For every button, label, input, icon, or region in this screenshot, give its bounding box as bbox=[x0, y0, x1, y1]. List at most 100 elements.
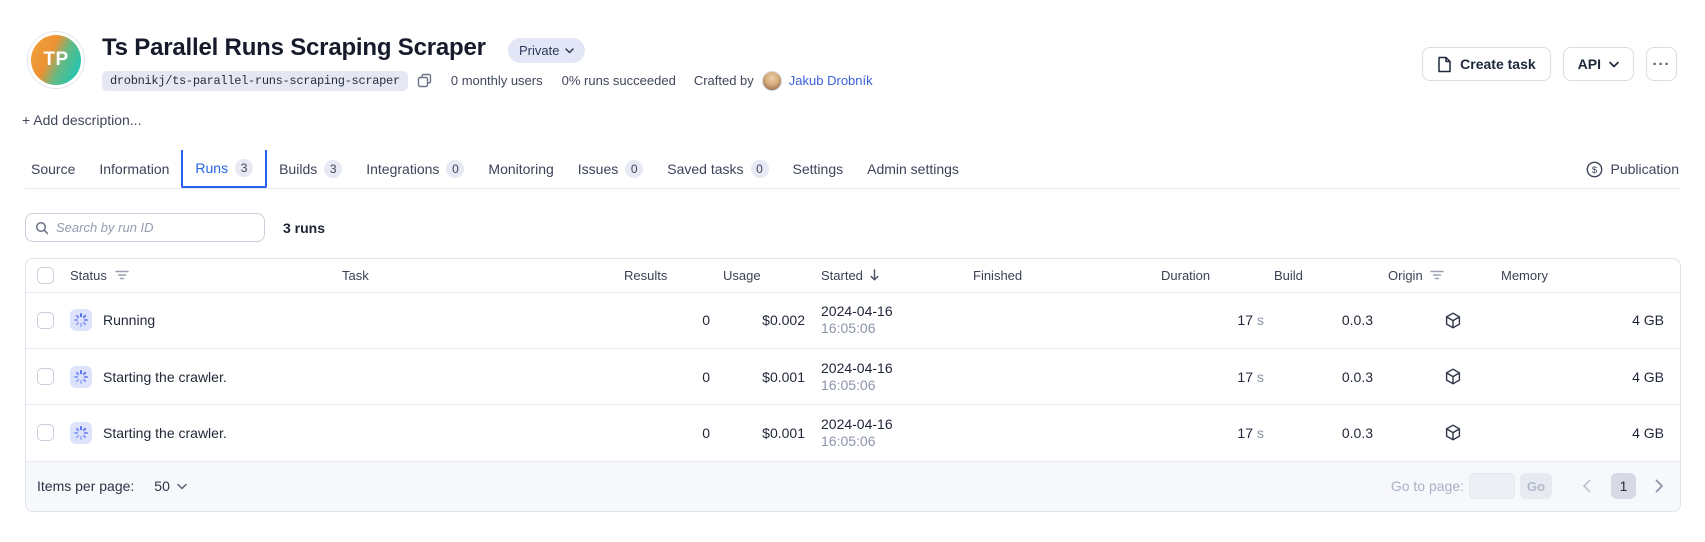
run-build: 0.0.3 bbox=[1342, 425, 1373, 441]
actor-runs-page: TP Ts Parallel Runs Scraping Scraper Pri… bbox=[0, 0, 1705, 542]
filter-icon[interactable] bbox=[115, 270, 129, 280]
row-checkbox[interactable] bbox=[37, 424, 54, 441]
monthly-users: 0 monthly users bbox=[451, 73, 543, 88]
tab-runs-badge: 3 bbox=[235, 159, 253, 177]
run-started-time: 16:05:06 bbox=[821, 433, 893, 450]
tab-publication[interactable]: $ Publication bbox=[1586, 150, 1682, 188]
crafted-by-label: Crafted by bbox=[694, 73, 754, 88]
search-input[interactable] bbox=[56, 220, 255, 235]
tab-saved-tasks[interactable]: Saved tasks 0 bbox=[655, 150, 780, 188]
author-avatar[interactable] bbox=[762, 71, 782, 91]
publication-label: Publication bbox=[1611, 161, 1680, 177]
success-rate: 0% runs succeeded bbox=[562, 73, 676, 88]
cube-icon bbox=[1445, 424, 1461, 441]
api-button-label: API bbox=[1578, 56, 1601, 72]
run-duration-value: 17 bbox=[1237, 369, 1253, 385]
run-duration-unit: s bbox=[1257, 425, 1264, 441]
chevron-down-icon bbox=[177, 483, 187, 490]
page-title: Ts Parallel Runs Scraping Scraper bbox=[102, 34, 486, 62]
run-started-time: 16:05:06 bbox=[821, 377, 893, 394]
tab-runs[interactable]: Runs 3 bbox=[181, 150, 267, 188]
run-search-box bbox=[25, 213, 265, 242]
row-checkbox[interactable] bbox=[37, 368, 54, 385]
dollar-circle-icon: $ bbox=[1586, 161, 1603, 178]
items-per-page-label: Items per page: bbox=[37, 478, 134, 494]
chevron-down-icon bbox=[565, 48, 574, 54]
tab-builds-badge: 3 bbox=[324, 160, 342, 178]
run-build: 0.0.3 bbox=[1342, 369, 1373, 385]
spinner-icon bbox=[70, 366, 92, 388]
col-started[interactable]: Started bbox=[821, 268, 863, 283]
tab-issues-badge: 0 bbox=[625, 160, 643, 178]
actor-id-pill[interactable]: drobnikj/ts-parallel-runs-scraping-scrap… bbox=[102, 71, 408, 91]
run-status-label: Starting the crawler. bbox=[103, 369, 227, 385]
table-header-row: Status Task Results Usage Started Finish… bbox=[26, 259, 1680, 292]
current-page-button[interactable]: 1 bbox=[1611, 473, 1636, 499]
run-results: 0 bbox=[702, 425, 710, 441]
run-started-time: 16:05:06 bbox=[821, 320, 893, 337]
tab-integrations[interactable]: Integrations 0 bbox=[354, 150, 476, 188]
run-duration-value: 17 bbox=[1237, 425, 1253, 441]
run-status-label: Starting the crawler. bbox=[103, 425, 227, 441]
table-row[interactable]: Starting the crawler. 0 $0.001 2024-04-1… bbox=[26, 348, 1680, 404]
run-duration-value: 17 bbox=[1237, 312, 1253, 328]
api-button[interactable]: API bbox=[1563, 47, 1634, 81]
items-per-page-select[interactable]: 50 bbox=[154, 478, 187, 494]
spinner-icon bbox=[70, 309, 92, 331]
copy-icon[interactable] bbox=[417, 73, 432, 88]
filter-icon[interactable] bbox=[1430, 270, 1444, 280]
table-row[interactable]: Starting the crawler. 0 $0.001 2024-04-1… bbox=[26, 404, 1680, 460]
file-icon bbox=[1437, 56, 1452, 73]
run-memory: 4 GB bbox=[1632, 369, 1664, 385]
tab-information[interactable]: Information bbox=[87, 150, 181, 188]
chevron-right-icon[interactable] bbox=[1655, 479, 1664, 493]
table-row[interactable]: Running 0 $0.002 2024-04-16 16:05:06 17 … bbox=[26, 292, 1680, 348]
tab-bar: Source Information Runs 3 Builds 3 Integ… bbox=[25, 150, 1681, 189]
run-duration-unit: s bbox=[1257, 312, 1264, 328]
col-results: Results bbox=[624, 268, 667, 283]
tab-issues[interactable]: Issues 0 bbox=[566, 150, 655, 188]
col-origin: Origin bbox=[1388, 268, 1423, 283]
go-to-page-label: Go to page: bbox=[1391, 478, 1464, 494]
tab-source[interactable]: Source bbox=[25, 150, 87, 188]
ellipsis-icon: ··· bbox=[1653, 56, 1671, 73]
tab-builds[interactable]: Builds 3 bbox=[267, 150, 354, 188]
runs-table: Status Task Results Usage Started Finish… bbox=[25, 258, 1681, 512]
go-button[interactable]: Go bbox=[1520, 473, 1552, 499]
col-memory: Memory bbox=[1501, 268, 1548, 283]
create-task-button[interactable]: Create task bbox=[1422, 47, 1551, 81]
run-results: 0 bbox=[702, 369, 710, 385]
row-checkbox[interactable] bbox=[37, 312, 54, 329]
runs-count: 3 runs bbox=[283, 220, 325, 236]
chevron-down-icon bbox=[1609, 61, 1619, 68]
tab-saved-tasks-badge: 0 bbox=[751, 160, 769, 178]
run-usage: $0.001 bbox=[762, 369, 805, 385]
sort-down-icon[interactable] bbox=[870, 269, 879, 281]
run-duration-unit: s bbox=[1257, 369, 1264, 385]
chevron-left-icon[interactable] bbox=[1582, 479, 1591, 493]
create-task-label: Create task bbox=[1460, 56, 1536, 72]
more-actions-button[interactable]: ··· bbox=[1646, 47, 1677, 81]
actor-meta-row: drobnikj/ts-parallel-runs-scraping-scrap… bbox=[102, 70, 873, 91]
run-build: 0.0.3 bbox=[1342, 312, 1373, 328]
author-link[interactable]: Jakub Drobník bbox=[789, 73, 873, 88]
top-actions: Create task API ··· bbox=[1422, 47, 1677, 81]
actor-logo-initials: TP bbox=[31, 35, 81, 85]
visibility-badge[interactable]: Private bbox=[508, 38, 585, 63]
add-description-button[interactable]: + Add description... bbox=[22, 112, 141, 128]
cube-icon bbox=[1445, 368, 1461, 385]
svg-text:$: $ bbox=[1591, 165, 1597, 176]
run-usage: $0.001 bbox=[762, 425, 805, 441]
select-all-checkbox[interactable] bbox=[37, 267, 54, 284]
run-started-date: 2024-04-16 bbox=[821, 303, 893, 320]
tab-admin-settings[interactable]: Admin settings bbox=[855, 150, 971, 188]
run-memory: 4 GB bbox=[1632, 425, 1664, 441]
col-duration: Duration bbox=[1161, 268, 1210, 283]
tab-settings[interactable]: Settings bbox=[781, 150, 856, 188]
table-footer: Items per page: 50 Go to page: Go 1 bbox=[26, 461, 1680, 511]
col-task: Task bbox=[342, 268, 369, 283]
go-to-page-input[interactable] bbox=[1469, 473, 1515, 499]
tab-monitoring[interactable]: Monitoring bbox=[476, 150, 565, 188]
run-usage: $0.002 bbox=[762, 312, 805, 328]
col-usage: Usage bbox=[723, 268, 761, 283]
